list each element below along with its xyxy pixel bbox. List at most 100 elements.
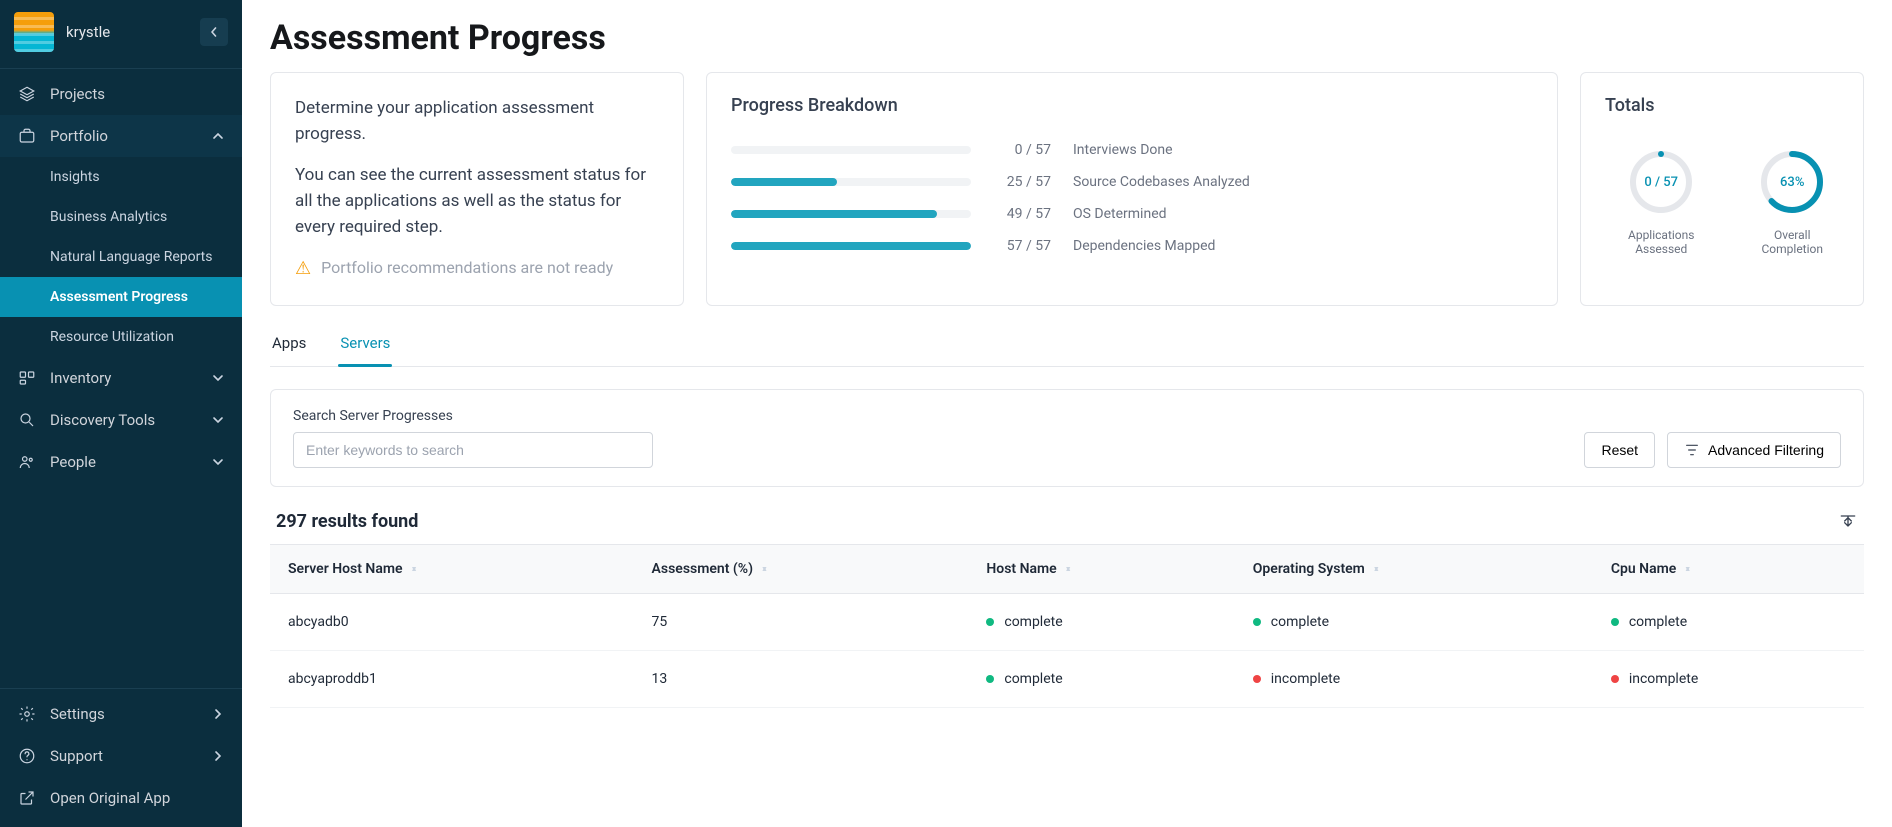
- table-cell: abcyaproddb1: [270, 650, 634, 707]
- sidebar-item-resource-utilization[interactable]: Resource Utilization: [0, 317, 242, 357]
- donut-label: Overall Completion: [1745, 228, 1839, 256]
- col-server-host[interactable]: Server Host Name: [270, 544, 634, 593]
- column-settings-button[interactable]: [1838, 511, 1858, 531]
- progress-rows: 0 / 57 Interviews Done 25 / 57 Source Codeb…: [731, 142, 1533, 254]
- tab-servers[interactable]: Servers: [338, 326, 392, 366]
- sidebar-item-portfolio[interactable]: Portfolio: [0, 115, 242, 157]
- table-cell: 13: [634, 650, 969, 707]
- reset-button[interactable]: Reset: [1584, 432, 1655, 468]
- progress-row: 25 / 57 Source Codebases Analyzed: [731, 174, 1533, 190]
- sidebar-item-assessment-progress[interactable]: Assessment Progress: [0, 277, 242, 317]
- progress-row: 0 / 57 Interviews Done: [731, 142, 1533, 158]
- col-os[interactable]: Operating System: [1235, 544, 1593, 593]
- button-label: Advanced Filtering: [1708, 442, 1824, 458]
- card-title: Totals: [1605, 95, 1839, 116]
- status-dot-complete: [986, 618, 994, 626]
- chevron-left-icon: [209, 27, 219, 37]
- sidebar-item-label: Inventory: [50, 369, 111, 387]
- table-cell: incomplete: [1235, 650, 1593, 707]
- status-dot-complete: [986, 675, 994, 683]
- progress-row: 57 / 57 Dependencies Mapped: [731, 238, 1533, 254]
- sidebar-item-label: Assessment Progress: [50, 289, 188, 305]
- table-cell: complete: [1593, 593, 1864, 650]
- results-table: Server Host Name Assessment (%) Host Nam…: [270, 544, 1864, 708]
- progress-label: Source Codebases Analyzed: [1073, 174, 1533, 190]
- intro-text-2: You can see the current assessment statu…: [295, 162, 659, 241]
- filter-panel: Search Server Progresses Reset Advanced …: [270, 389, 1864, 487]
- status-dot-complete: [1611, 618, 1619, 626]
- sidebar-item-open-original[interactable]: Open Original App: [0, 777, 242, 819]
- main-content: Assessment Progress Determine your appli…: [242, 0, 1892, 827]
- progress-label: Dependencies Mapped: [1073, 238, 1533, 254]
- sidebar-item-label: Resource Utilization: [50, 329, 174, 345]
- table-cell: abcyadb0: [270, 593, 634, 650]
- sidebar-item-label: Insights: [50, 169, 100, 185]
- table-row[interactable]: abcyaproddb113completeincompleteincomple…: [270, 650, 1864, 707]
- button-label: Reset: [1601, 442, 1638, 458]
- progress-label: Interviews Done: [1073, 142, 1533, 158]
- sidebar-item-natural-language-reports[interactable]: Natural Language Reports: [0, 237, 242, 277]
- intro-card: Determine your application assessment pr…: [270, 72, 684, 306]
- warning-row: ⚠ Portfolio recommendations are not read…: [295, 255, 659, 283]
- donut-value: 0 / 57: [1627, 148, 1695, 216]
- table-row[interactable]: abcyadb075completecompletecomplete: [270, 593, 1864, 650]
- sidebar-collapse-button[interactable]: [200, 18, 228, 46]
- sidebar-item-label: Settings: [50, 705, 105, 723]
- progress-breakdown-card: Progress Breakdown 0 / 57Interviews Done…: [706, 72, 1558, 306]
- table-cell: complete: [1235, 593, 1593, 650]
- advanced-filtering-button[interactable]: Advanced Filtering: [1667, 432, 1841, 468]
- search-input[interactable]: [293, 432, 653, 468]
- results-count: 297 results found: [276, 511, 418, 532]
- progress-ratio: 49 / 57: [991, 206, 1051, 222]
- sidebar-item-people[interactable]: People: [0, 441, 242, 483]
- table-cell: complete: [968, 650, 1234, 707]
- status-dot-incomplete: [1611, 675, 1619, 683]
- filter-icon: [1684, 442, 1700, 458]
- table-cell: 75: [634, 593, 969, 650]
- sidebar-item-support[interactable]: Support: [0, 735, 242, 777]
- sidebar-item-label: Business Analytics: [50, 209, 167, 225]
- tab-label: Servers: [340, 334, 390, 352]
- gear-icon: [18, 705, 36, 723]
- sidebar-item-settings[interactable]: Settings: [0, 693, 242, 735]
- warning-icon: ⚠: [295, 255, 311, 283]
- sidebar-item-label: People: [50, 453, 96, 471]
- sidebar-item-label: Open Original App: [50, 789, 170, 807]
- sidebar-item-label: Natural Language Reports: [50, 249, 213, 265]
- status-dot-complete: [1253, 618, 1261, 626]
- column-settings-icon: [1838, 511, 1858, 531]
- help-icon: [18, 747, 36, 765]
- filter-actions: Reset Advanced Filtering: [1584, 432, 1841, 468]
- tab-label: Apps: [272, 334, 306, 352]
- people-icon: [18, 453, 36, 471]
- sidebar-item-projects[interactable]: Projects: [0, 73, 242, 115]
- tab-apps[interactable]: Apps: [270, 326, 308, 366]
- brand-name: krystle: [66, 23, 110, 41]
- progress-bar-fill: [731, 178, 837, 186]
- totals-card: Totals 0 / 57 Applications Assessed: [1580, 72, 1864, 306]
- chevron-right-icon: [212, 708, 224, 720]
- chevron-down-icon: [212, 372, 224, 384]
- sidebar-item-label: Discovery Tools: [50, 411, 155, 429]
- chevron-right-icon: [212, 750, 224, 762]
- layers-icon: [18, 85, 36, 103]
- sidebar-item-discovery-tools[interactable]: Discovery Tools: [0, 399, 242, 441]
- progress-bar-fill: [731, 242, 971, 250]
- sidebar-item-label: Projects: [50, 85, 105, 103]
- sidebar-item-inventory[interactable]: Inventory: [0, 357, 242, 399]
- summary-cards: Determine your application assessment pr…: [270, 72, 1864, 306]
- progress-ratio: 25 / 57: [991, 174, 1051, 190]
- sidebar-item-insights[interactable]: Insights: [0, 157, 242, 197]
- donut-chart: 0 / 57: [1627, 148, 1695, 216]
- progress-ratio: 57 / 57: [991, 238, 1051, 254]
- warning-text: Portfolio recommendations are not ready: [321, 256, 613, 281]
- inventory-icon: [18, 369, 36, 387]
- progress-ratio: 0 / 57: [991, 142, 1051, 158]
- sidebar-bottom: Settings Support Open Original App: [0, 684, 242, 827]
- sidebar-item-business-analytics[interactable]: Business Analytics: [0, 197, 242, 237]
- table-cell: complete: [968, 593, 1234, 650]
- col-cpu[interactable]: Cpu Name: [1593, 544, 1864, 593]
- totals-body: 0 / 57 Applications Assessed 63% Overall…: [1605, 148, 1839, 256]
- col-assessment[interactable]: Assessment (%): [634, 544, 969, 593]
- col-host-name[interactable]: Host Name: [968, 544, 1234, 593]
